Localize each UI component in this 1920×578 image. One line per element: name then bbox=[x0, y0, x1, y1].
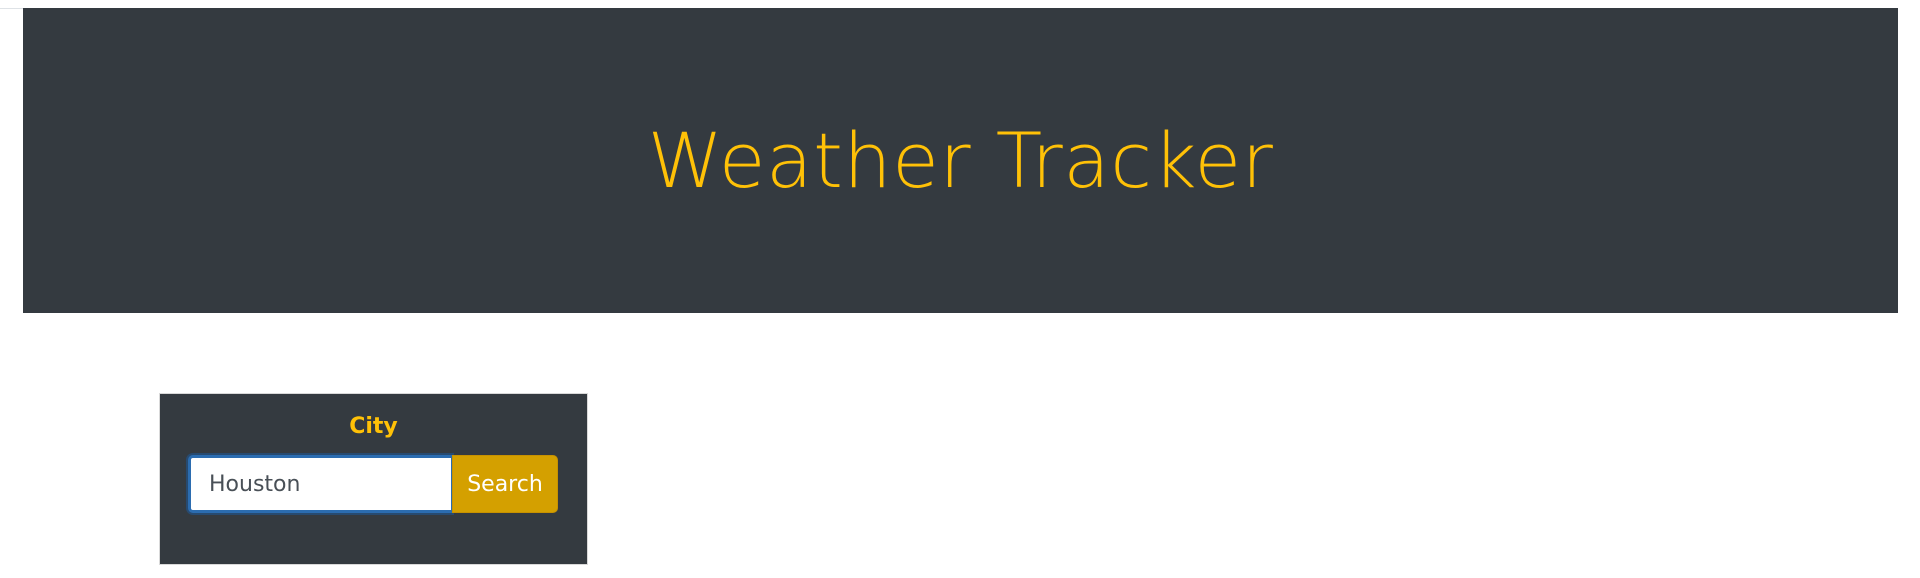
top-divider bbox=[0, 8, 23, 9]
city-search-input[interactable] bbox=[188, 455, 452, 513]
city-label: City bbox=[349, 414, 398, 439]
city-search-group: Search bbox=[188, 455, 558, 513]
page-header: Weather Tracker bbox=[23, 8, 1898, 313]
page-title: Weather Tracker bbox=[647, 115, 1274, 205]
search-button[interactable]: Search bbox=[452, 455, 558, 513]
city-search-card: City Search bbox=[159, 393, 588, 565]
